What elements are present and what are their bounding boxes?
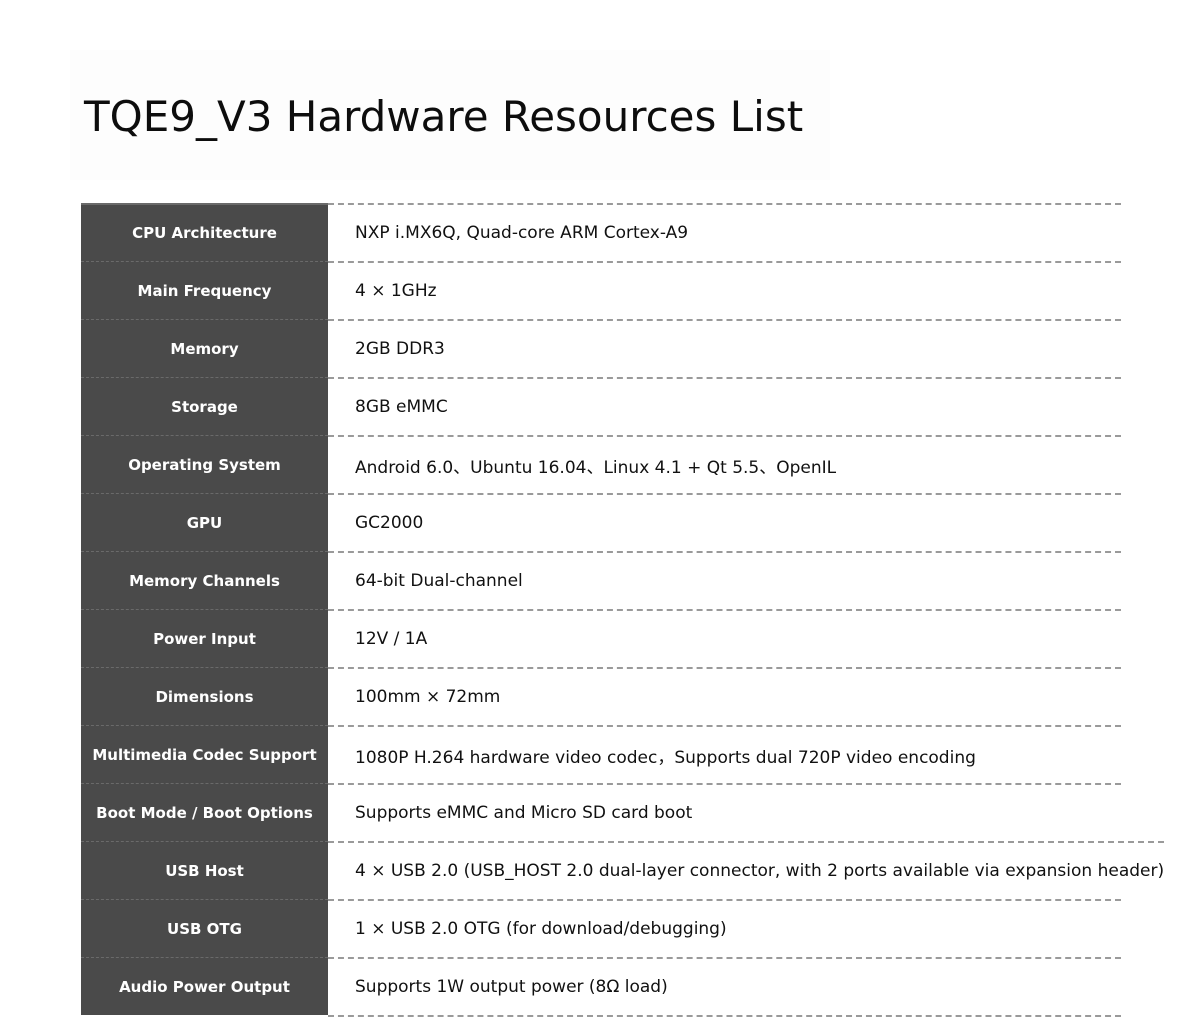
spec-table: CPU Architecture NXP i.MX6Q, Quad-core A…: [81, 203, 1165, 1015]
spec-row-main-frequency: Main Frequency 4 × 1GHz: [81, 261, 1121, 319]
spec-label: USB Host: [81, 841, 328, 899]
spec-value: 1 × USB 2.0 OTG (for download/debugging): [328, 899, 1121, 957]
page-title: TQE9_V3 Hardware Resources List: [84, 92, 804, 141]
spec-label: Multimedia Codec Support: [81, 725, 328, 783]
spec-value: Supports eMMC and Micro SD card boot: [328, 783, 1121, 841]
spec-label: Boot Mode / Boot Options: [81, 783, 328, 841]
spec-row-power-input: Power Input 12V / 1A: [81, 609, 1121, 667]
spec-value: Supports 1W output power (8Ω load): [328, 957, 1121, 1015]
spec-row-gpu: GPU GC2000: [81, 493, 1121, 551]
spec-label: Power Input: [81, 609, 328, 667]
spec-value: 12V / 1A: [328, 609, 1121, 667]
spec-label: GPU: [81, 493, 328, 551]
spec-label: Memory: [81, 319, 328, 377]
spec-row-dimensions: Dimensions 100mm × 72mm: [81, 667, 1121, 725]
spec-row-memory-channels: Memory Channels 64-bit Dual-channel: [81, 551, 1121, 609]
spec-label: Storage: [81, 377, 328, 435]
spec-value: 4 × USB 2.0 (USB_HOST 2.0 dual-layer con…: [328, 841, 1165, 899]
table-bottom-divider: [328, 1015, 1121, 1017]
spec-value: 64-bit Dual-channel: [328, 551, 1121, 609]
spec-row-memory: Memory 2GB DDR3: [81, 319, 1121, 377]
spec-value: 1080P H.264 hardware video codec，Support…: [328, 725, 1121, 783]
spec-row-storage: Storage 8GB eMMC: [81, 377, 1121, 435]
spec-label: Audio Power Output: [81, 957, 328, 1015]
spec-row-usb-otg: USB OTG 1 × USB 2.0 OTG (for download/de…: [81, 899, 1121, 957]
spec-value: 2GB DDR3: [328, 319, 1121, 377]
spec-label: CPU Architecture: [81, 203, 328, 261]
spec-label: Dimensions: [81, 667, 328, 725]
spec-value: GC2000: [328, 493, 1121, 551]
spec-value: 100mm × 72mm: [328, 667, 1121, 725]
spec-label: USB OTG: [81, 899, 328, 957]
spec-label: Operating System: [81, 435, 328, 493]
spec-row-cpu-architecture: CPU Architecture NXP i.MX6Q, Quad-core A…: [81, 203, 1121, 261]
spec-row-boot-mode: Boot Mode / Boot Options Supports eMMC a…: [81, 783, 1121, 841]
spec-row-operating-system: Operating System Android 6.0、Ubuntu 16.0…: [81, 435, 1121, 493]
spec-row-multimedia-codec: Multimedia Codec Support 1080P H.264 har…: [81, 725, 1121, 783]
spec-value: Android 6.0、Ubuntu 16.04、Linux 4.1 + Qt …: [328, 435, 1121, 493]
spec-value: NXP i.MX6Q, Quad-core ARM Cortex-A9: [328, 203, 1121, 261]
spec-value: 8GB eMMC: [328, 377, 1121, 435]
spec-label: Memory Channels: [81, 551, 328, 609]
spec-row-audio-power-output: Audio Power Output Supports 1W output po…: [81, 957, 1121, 1015]
spec-label: Main Frequency: [81, 261, 328, 319]
spec-row-usb-host: USB Host 4 × USB 2.0 (USB_HOST 2.0 dual-…: [81, 841, 1165, 899]
spec-value: 4 × 1GHz: [328, 261, 1121, 319]
